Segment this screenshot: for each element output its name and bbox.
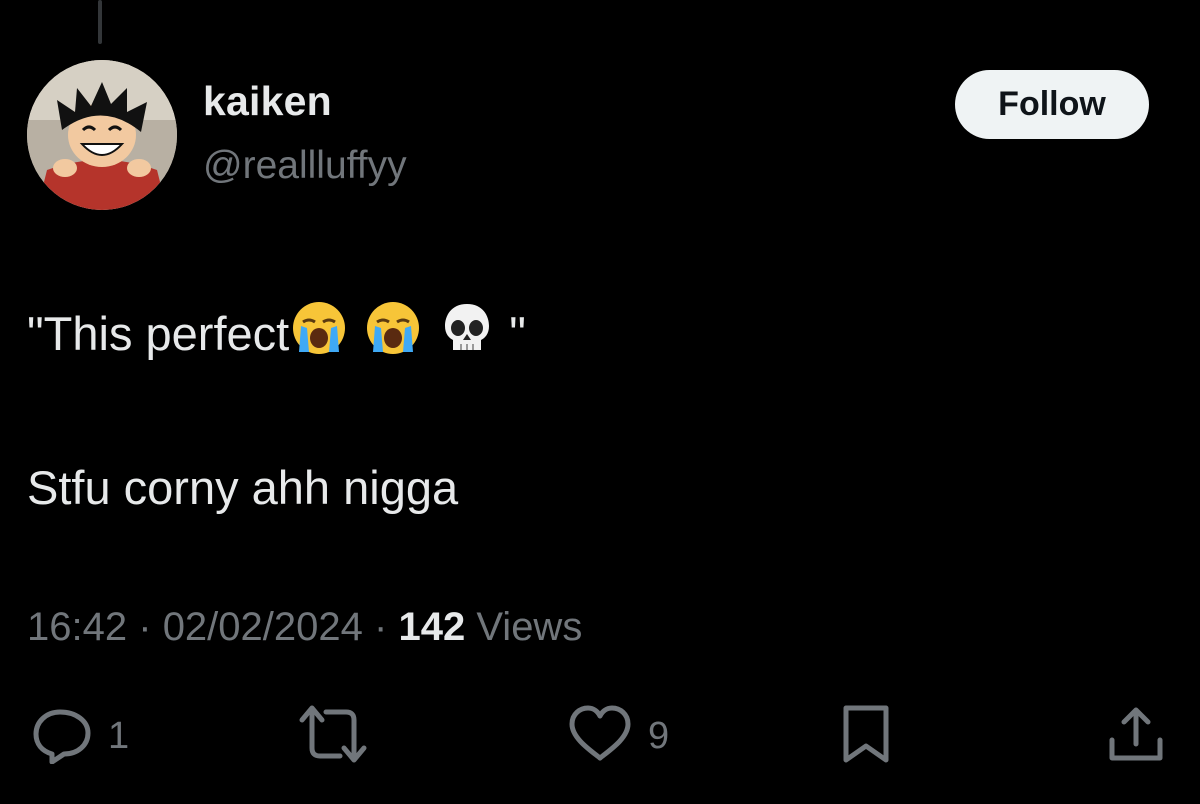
retweet-button[interactable]: [298, 704, 382, 769]
meta-separator: ·: [138, 605, 152, 649]
share-icon: [1106, 704, 1166, 769]
tweet-text-quote-end: ": [509, 307, 526, 360]
bookmark-button[interactable]: [836, 704, 896, 769]
thread-connector-line: [98, 0, 102, 44]
share-button[interactable]: [1106, 706, 1166, 766]
like-button[interactable]: 9: [566, 704, 670, 769]
tweet-meta: 16:42 · 02/02/2024 · 142 Views: [27, 605, 582, 650]
reply-count: 1: [108, 714, 130, 757]
reply-icon: [30, 704, 94, 769]
tweet-text-line-1: "This perfect ": [27, 300, 526, 367]
bookmark-icon: [836, 704, 896, 769]
tweet-time[interactable]: 16:42: [27, 605, 127, 649]
views-count: 142: [398, 605, 466, 649]
follow-button[interactable]: Follow: [955, 70, 1149, 139]
loudly-crying-face-icon: [291, 300, 347, 367]
like-icon: [566, 704, 634, 769]
avatar[interactable]: [27, 60, 177, 210]
meta-separator: ·: [374, 605, 388, 649]
tweet-text-line-2: Stfu corny ahh nigga: [27, 461, 459, 514]
author-name[interactable]: kaiken: [203, 78, 332, 125]
reply-button[interactable]: 1: [30, 706, 129, 766]
tweet-date[interactable]: 02/02/2024: [163, 605, 363, 649]
author-handle[interactable]: @reallluffyy: [203, 144, 407, 188]
skull-icon: [439, 300, 495, 367]
retweet-icon: [298, 704, 368, 769]
like-count: 9: [648, 714, 670, 757]
views-label: Views: [476, 605, 583, 649]
tweet-text-quote-start: "This perfect: [27, 307, 290, 360]
loudly-crying-face-icon: [365, 300, 421, 367]
